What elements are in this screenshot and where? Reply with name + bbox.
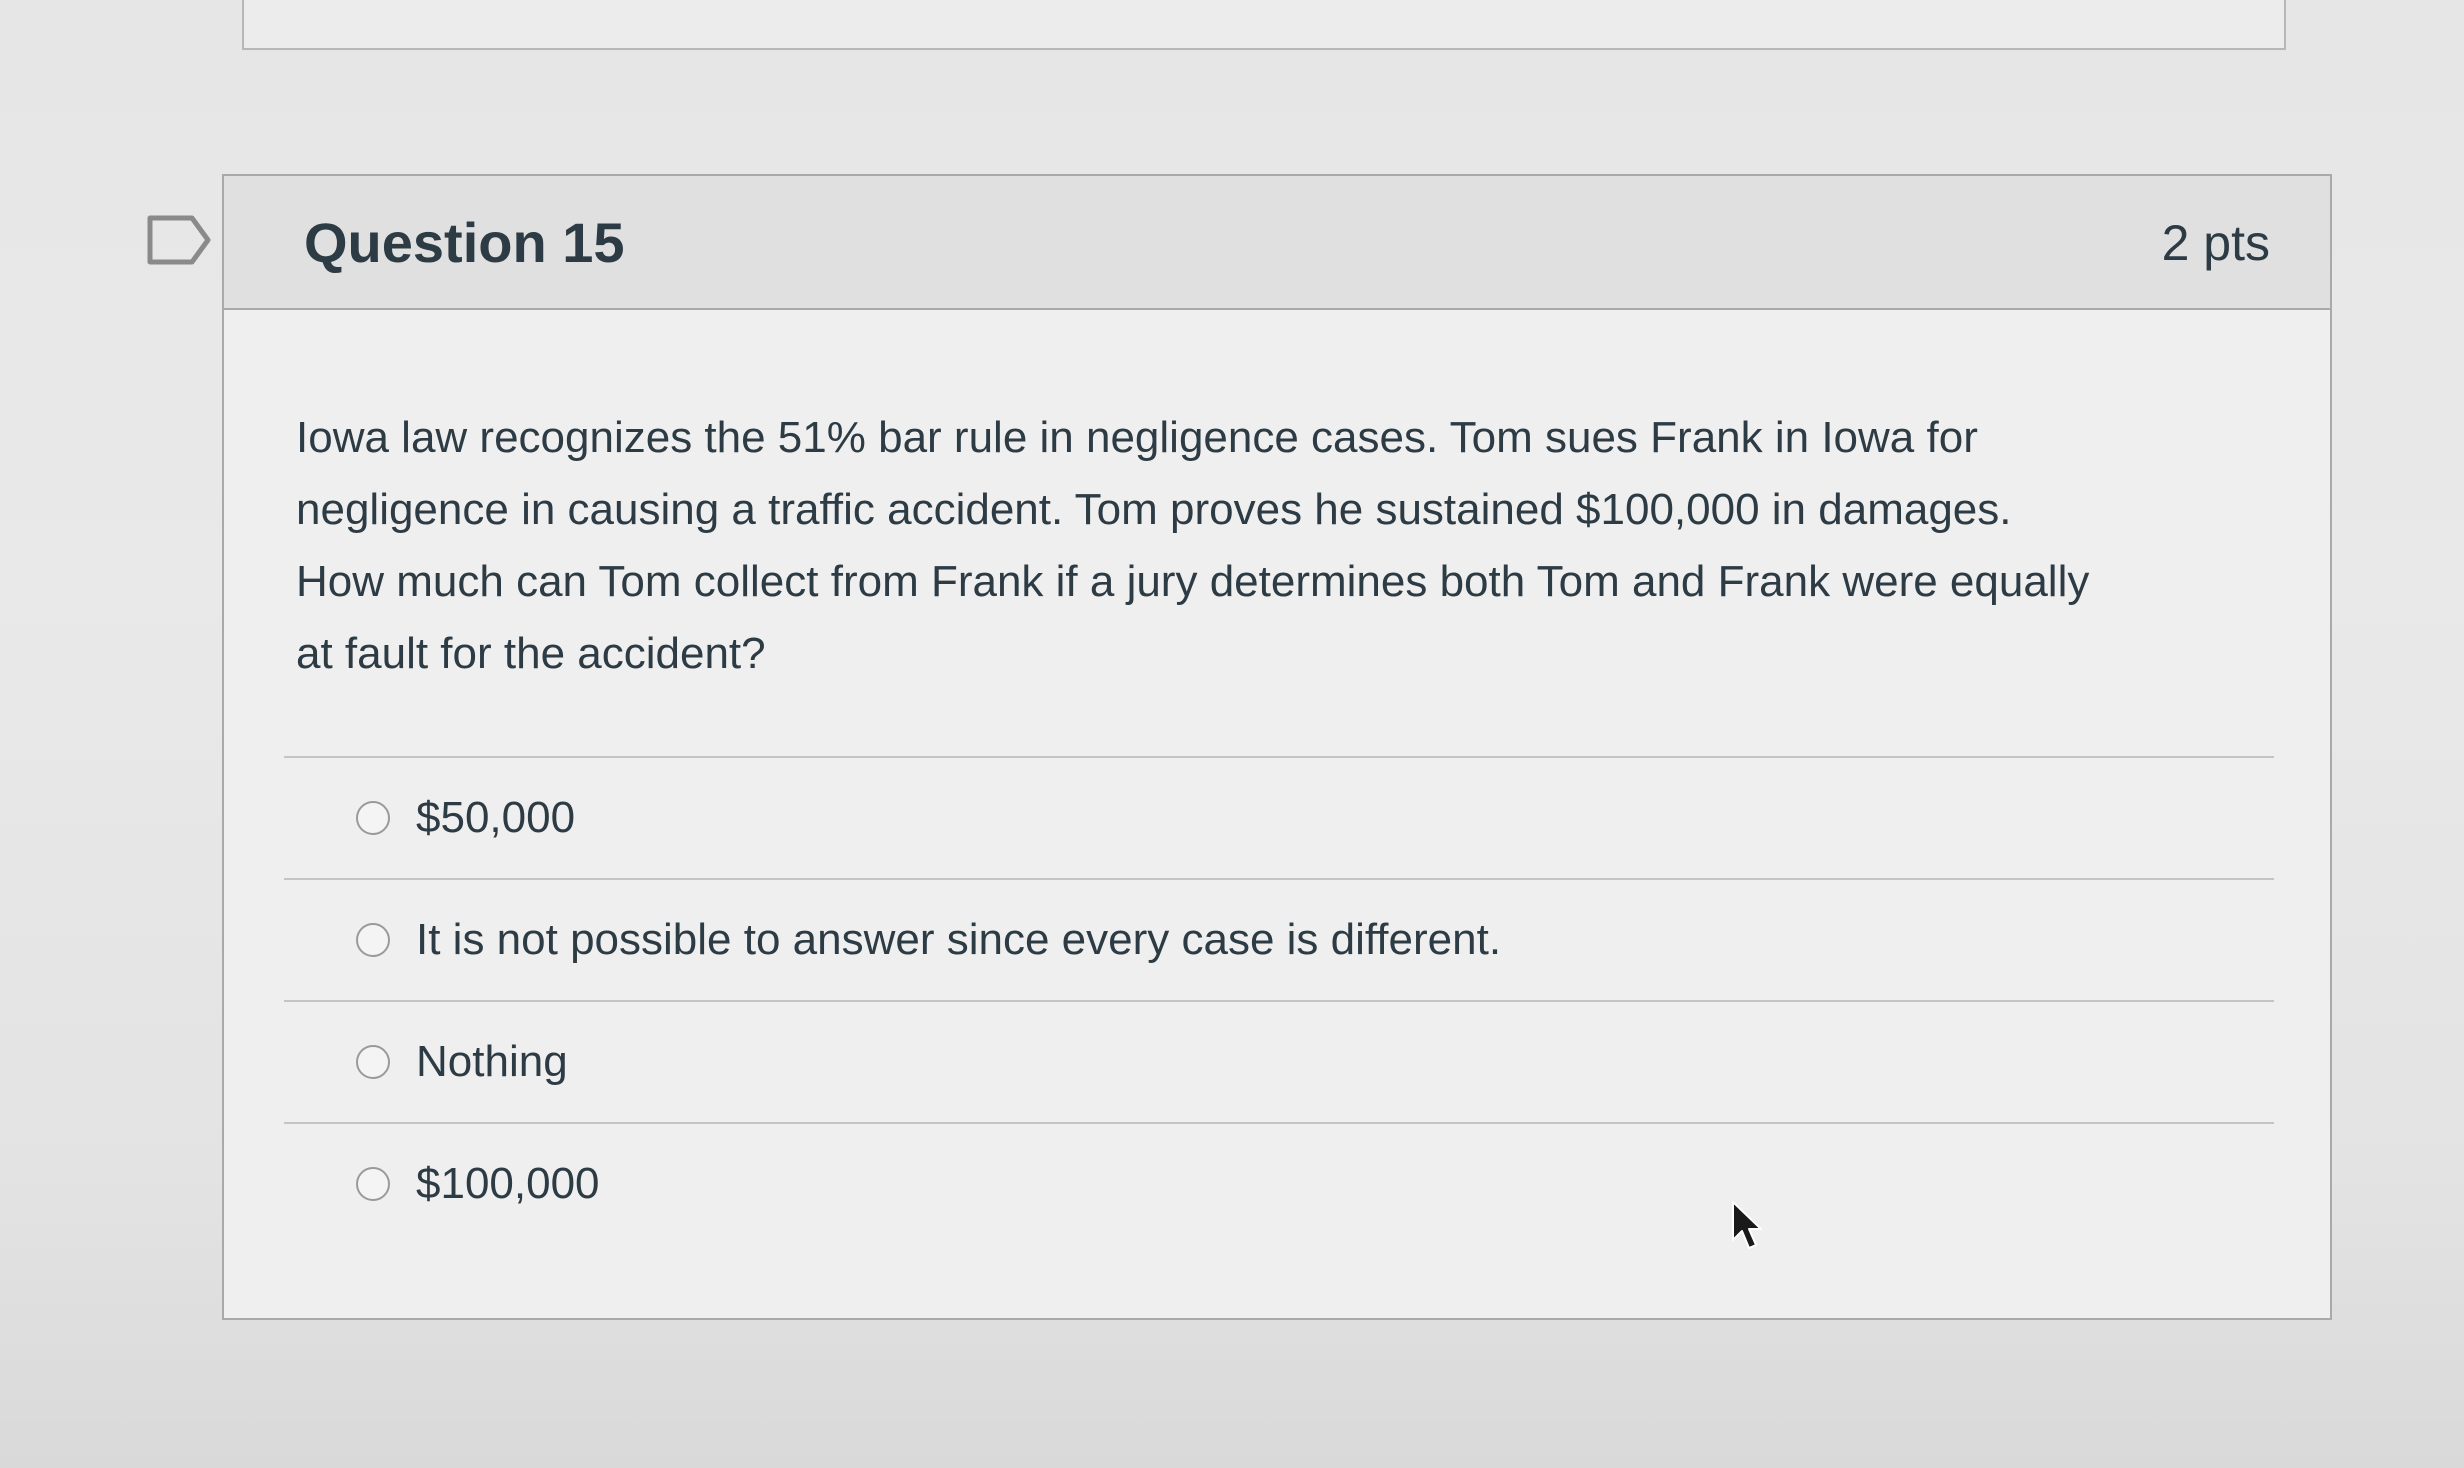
question-text-line: How much can Tom collect from Frank if a… xyxy=(296,557,2090,606)
question-text-line: negligence in causing a traffic accident… xyxy=(296,485,2012,534)
previous-question-panel xyxy=(242,0,2286,50)
radio-button[interactable] xyxy=(356,801,390,835)
answer-label: Nothing xyxy=(416,1037,568,1086)
answer-label: $50,000 xyxy=(416,793,576,842)
answer-list: $50,000 It is not possible to answer sin… xyxy=(284,756,2274,1244)
question-points: 2 pts xyxy=(2161,215,2270,271)
answer-label: $100,000 xyxy=(416,1159,600,1208)
answer-option[interactable]: $50,000 xyxy=(284,758,2274,878)
question-header: Question 15 2 pts xyxy=(224,176,2330,310)
answer-option[interactable]: $100,000 xyxy=(284,1124,2274,1244)
question-text-line: Iowa law recognizes the 51% bar rule in … xyxy=(296,413,1978,462)
answer-label: It is not possible to answer since every… xyxy=(416,915,1502,964)
radio-button[interactable] xyxy=(356,923,390,957)
answer-option[interactable]: Nothing xyxy=(284,1002,2274,1122)
mouse-pointer-icon xyxy=(1732,1201,1762,1249)
question-title: Question 15 xyxy=(304,211,625,274)
radio-button[interactable] xyxy=(356,1045,390,1079)
flag-question-icon[interactable] xyxy=(146,214,212,266)
question-text-line: at fault for the accident? xyxy=(296,629,766,678)
answer-option[interactable]: It is not possible to answer since every… xyxy=(284,880,2274,1000)
question-text: Iowa law recognizes the 51% bar rule in … xyxy=(296,402,2276,690)
radio-button[interactable] xyxy=(356,1167,390,1201)
question-card: Question 15 2 pts Iowa law recognizes th… xyxy=(222,174,2332,1320)
